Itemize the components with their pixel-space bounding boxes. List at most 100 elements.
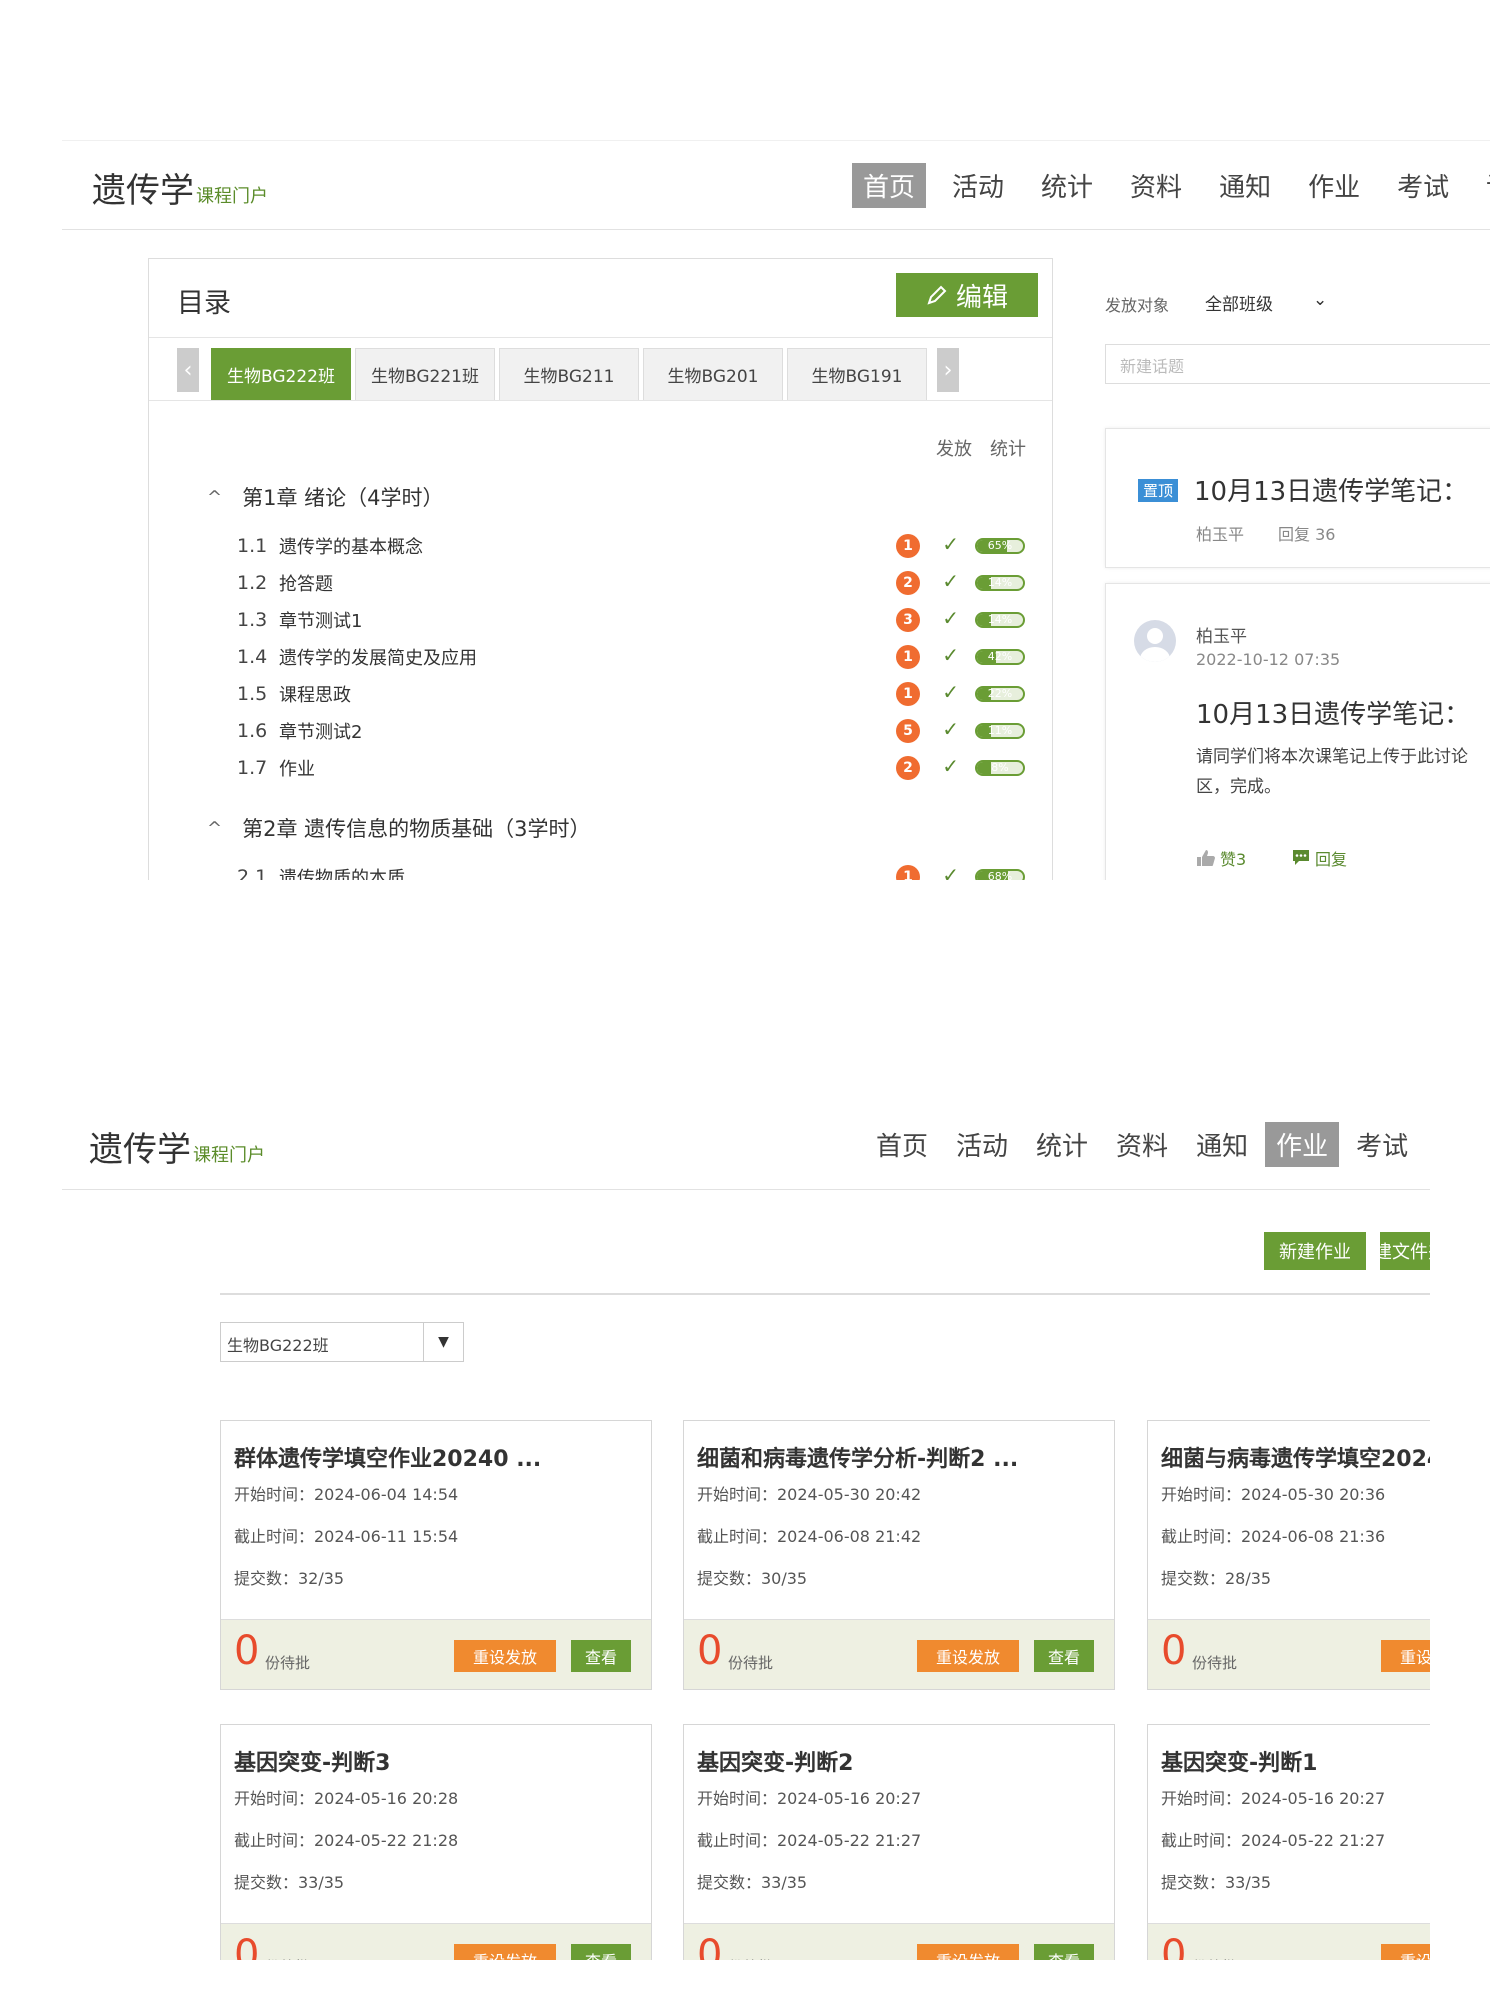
tab-class[interactable]: 生物BG191 [787,348,927,400]
nav-activity[interactable]: 活动 [941,163,1015,208]
chevron-up-icon[interactable]: ^ [207,818,222,839]
course-home-screenshot: 遗传学 课程门户 首页 活动 统计 资料 通知 作业 考试 讨 目录 编辑 ‹ … [0,140,1500,880]
edit-button[interactable]: 编辑 [896,273,1038,317]
tab-prev-icon[interactable]: ‹ [177,348,199,392]
homework-title[interactable]: 基因突变-判断3 [234,1745,390,1777]
view-button[interactable]: 查看 [571,1944,631,1960]
pending-count: 0 [1161,1932,1187,1960]
nav-notice[interactable]: 通知 [1185,1122,1259,1167]
resend-button[interactable]: 重设发放 [454,1640,556,1672]
progress-label: 65% [987,539,1013,552]
pending-count: 0 [234,1628,260,1674]
class-select[interactable]: 生物BG222班 ▼ [220,1322,464,1362]
new-homework-button[interactable]: 新建作业 [1264,1232,1366,1270]
tab-class[interactable]: 生物BG221班 [355,348,495,400]
start-time: 开始时间：2024-05-16 20:27 [697,1789,922,1808]
target-value: 全部班级 [1205,295,1273,315]
chevron-up-icon[interactable]: ^ [207,487,222,508]
start-time: 开始时间：2024-05-30 20:42 [697,1485,922,1504]
section-row[interactable]: 1.5 课程思政 1 ✓ 22% [237,680,1037,708]
section-row[interactable]: 1.3 章节测试1 3 ✓ 14% [237,606,1037,634]
section-title: 抢答题 [279,574,333,595]
chapter-heading[interactable]: ^ 第1章 绪论（4学时） [207,482,444,512]
nav-home[interactable]: 首页 [865,1122,939,1167]
count-badge[interactable]: 1 [896,534,920,558]
section-row[interactable]: 1.4 遗传学的发展简史及应用 1 ✓ 42% [237,643,1037,671]
reply-button[interactable]: 回复 [1291,846,1347,870]
target-select[interactable]: 全部班级 ⌄ [1205,290,1327,315]
section-title: 章节测试1 [279,611,363,632]
section-title: 作业 [279,759,315,780]
nav-stats[interactable]: 统计 [1025,1122,1099,1167]
tab-next-icon[interactable]: › [937,348,959,392]
count-badge[interactable]: 2 [896,571,920,595]
progress-bar[interactable]: 14% [975,575,1025,591]
nav-materials[interactable]: 资料 [1105,1122,1179,1167]
nav-exam[interactable]: 考试 [1345,1122,1419,1167]
section-title: 课程思政 [279,685,351,706]
progress-bar[interactable]: 11% [975,723,1025,739]
count-badge[interactable]: 2 [896,756,920,780]
view-button[interactable]: 查看 [571,1640,631,1672]
nav-home[interactable]: 首页 [852,163,927,208]
section-row[interactable]: 1.2 抢答题 2 ✓ 14% [237,569,1037,597]
progress-bar[interactable]: 65% [975,538,1025,554]
column-headers: 发放 统计 [936,435,1026,461]
nav-exam[interactable]: 考试 [1386,163,1460,208]
course-title: 遗传学 [92,171,194,211]
tab-class[interactable]: 生物BG211 [499,348,639,400]
count-badge[interactable]: 3 [896,608,920,632]
start-time: 开始时间：2024-05-30 20:36 [1161,1485,1386,1504]
nav-homework[interactable]: 作业 [1265,1122,1340,1167]
homework-title[interactable]: 基因突变-判断2 [697,1745,853,1777]
course-logo[interactable]: 遗传学 课程门户 [89,1122,265,1171]
homework-card: 基因突变-判断3 开始时间：2024-05-16 20:28 截止时间：2024-0… [220,1724,652,1960]
count-badge[interactable]: 1 [896,645,920,669]
progress-bar[interactable]: 8% [975,760,1025,776]
view-button[interactable]: 查看 [1034,1944,1094,1960]
resend-button[interactable]: 重设发放 [917,1640,1019,1672]
post: 柏玉平 2022-10-12 07:35 10月13日遗传学笔记： 请同学们将本… [1105,583,1500,880]
post-title[interactable]: 10月13日遗传学笔记： [1196,694,1470,731]
new-topic-input[interactable]: 新建话题 [1105,344,1500,384]
homework-title[interactable]: 群体遗传学填空作业20240 ... [234,1441,541,1473]
pinned-post[interactable]: 置顶 10月13日遗传学笔记： 柏玉平 回复 36 [1105,428,1500,568]
homework-toolbar: 新建作业 建文件夹 [220,1220,1440,1295]
view-button[interactable]: 查看 [1034,1640,1094,1672]
count-badge[interactable]: 5 [896,719,920,743]
homework-title[interactable]: 细菌和病毒遗传学分析-判断2 ... [697,1441,1018,1473]
progress-bar[interactable]: 42% [975,649,1025,665]
tab-class[interactable]: 生物BG222班 [211,348,351,400]
chapter-heading[interactable]: ^ 第2章 遗传信息的物质基础（3学时） [207,813,591,843]
pinned-title[interactable]: 10月13日遗传学笔记： [1194,471,1468,508]
homework-title[interactable]: 基因突变-判断1 [1161,1745,1317,1777]
resend-button[interactable]: 重设发放 [917,1944,1019,1960]
section-row[interactable]: 1.6 章节测试2 5 ✓ 11% [237,717,1037,745]
homework-card: 群体遗传学填空作业20240 ... 开始时间：2024-06-04 14:54 截… [220,1420,652,1690]
progress-bar[interactable]: 14% [975,612,1025,628]
nav-materials[interactable]: 资料 [1119,163,1193,208]
section-title: 遗传物质的本质 [279,868,405,880]
section-row[interactable]: 1.1 遗传学的基本概念 1 ✓ 65% [237,532,1037,560]
class-tabbar: ‹ 生物BG222班 生物BG221班 生物BG211 生物BG201 生物BG… [149,337,1052,401]
section-row[interactable]: 1.7 作业 2 ✓ 8% [237,754,1037,782]
discussion-column: 发放对象 全部班级 ⌄ 新建话题 置顶 10月13日遗传学笔记： 柏玉平 回复 … [1105,258,1500,880]
progress-bar[interactable]: 22% [975,686,1025,702]
check-icon: ✓ [942,754,959,778]
nav-homework[interactable]: 作业 [1297,163,1371,208]
section-title: 遗传学的发展简史及应用 [279,648,477,669]
chapter-title: 第2章 遗传信息的物质基础（3学时） [242,817,591,841]
tab-class[interactable]: 生物BG201 [643,348,783,400]
section-row[interactable]: 2.1 遗传物质的本质 1 ✓ 68% [237,863,1037,880]
count-badge[interactable]: 1 [896,682,920,706]
progress-bar[interactable]: 68% [975,869,1025,880]
homework-title[interactable]: 细菌与病毒遗传学填空2024 [1161,1441,1442,1473]
chevron-down-icon: ⌄ [1313,290,1328,310]
nav-notice[interactable]: 通知 [1208,163,1282,208]
like-button[interactable]: 赞3 [1196,846,1246,870]
resend-button[interactable]: 重设发放 [454,1944,556,1960]
caret-down-icon[interactable]: ▼ [423,1323,463,1361]
nav-activity[interactable]: 活动 [945,1122,1019,1167]
course-logo[interactable]: 遗传学 课程门户 [92,163,268,212]
nav-stats[interactable]: 统计 [1030,163,1104,208]
